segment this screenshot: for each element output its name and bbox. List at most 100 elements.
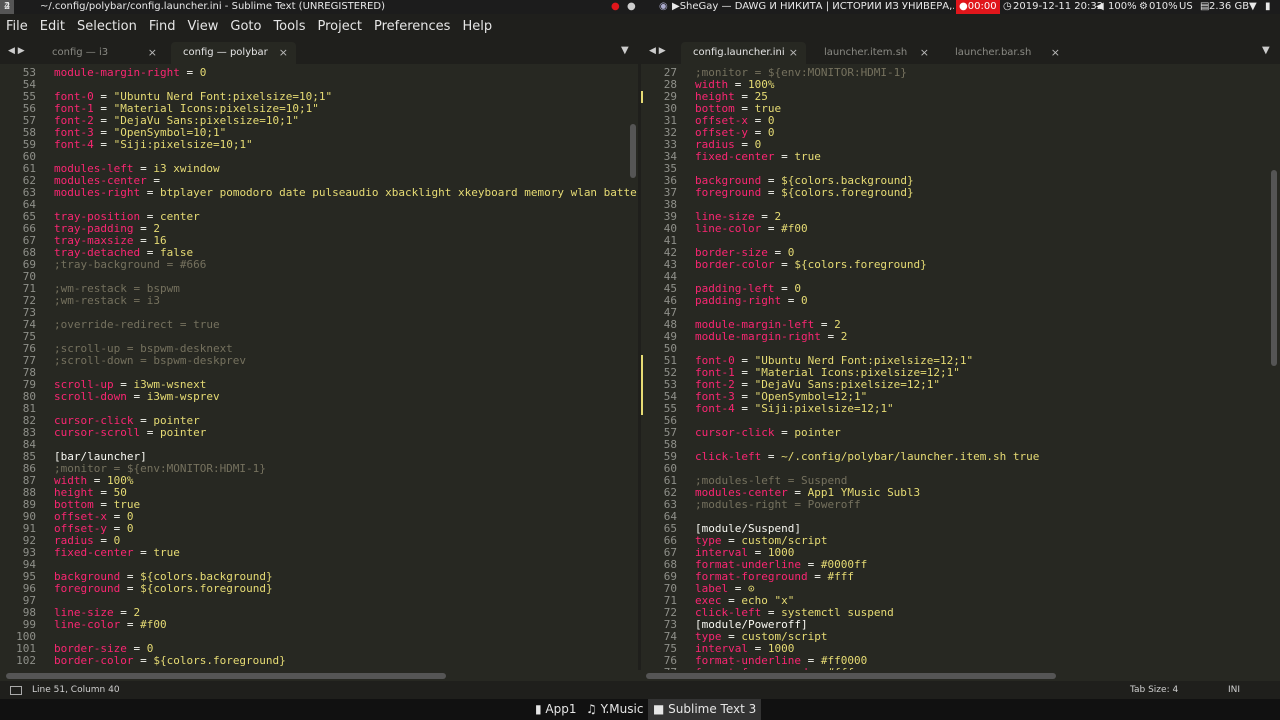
equals-sign: =: [781, 426, 795, 439]
close-icon[interactable]: ×: [279, 42, 288, 64]
tab-dropdown-icon[interactable]: ▼: [621, 42, 629, 60]
close-icon[interactable]: ×: [789, 42, 798, 64]
code-line[interactable]: 77 ;scroll-down = bspwm-deskprev: [0, 355, 638, 367]
tab-config-i3[interactable]: config — i3 ×: [40, 42, 165, 64]
code-text: cursor-scroll = pointer: [54, 427, 206, 439]
code-line[interactable]: 63 modules-right = btplayer pomodoro date…: [0, 187, 638, 199]
code-text: cursor-click = pointer: [695, 427, 841, 439]
now-playing[interactable]: ▶SheGay — DAWG И НИКИТА | ИСТОРИИ ИЗ УНИ…: [672, 0, 954, 14]
menu-selection[interactable]: Selection: [77, 19, 137, 34]
syntax-mode[interactable]: INI: [1228, 681, 1240, 699]
taskbar-ymusic[interactable]: ♫ Y.Music: [581, 699, 648, 720]
equals-sign: =: [126, 618, 141, 631]
menu-help[interactable]: Help: [462, 19, 492, 34]
config-key: click-left: [695, 450, 768, 463]
menu-edit[interactable]: Edit: [40, 19, 65, 34]
code-text: foreground = ${colors.foreground}: [54, 583, 273, 595]
menu-file[interactable]: File: [6, 19, 28, 34]
cursor-position[interactable]: Line 51, Column 40: [32, 681, 120, 699]
keyboard-layout[interactable]: US: [1179, 0, 1193, 14]
code-line[interactable]: 72 ;wm-restack = i3: [0, 295, 638, 307]
config-key: foreground: [695, 186, 768, 199]
config-key: scroll-down: [54, 390, 134, 403]
taskbar-sublime[interactable]: ■ Sublime Text 3: [648, 699, 762, 720]
settings-icon[interactable]: ●: [627, 0, 636, 14]
left-horizontal-scrollbar[interactable]: [6, 673, 446, 679]
modified-line-marker: [641, 355, 643, 367]
tab-size[interactable]: Tab Size: 4: [1130, 681, 1178, 699]
menu-preferences[interactable]: Preferences: [374, 19, 450, 34]
tab-nav-arrows[interactable]: ◀ ▶: [649, 42, 666, 60]
code-line[interactable]: 53 module-margin-right = 0: [0, 67, 638, 79]
line-number: 102: [16, 654, 36, 667]
menu-goto[interactable]: Goto: [230, 19, 261, 34]
taskbar-app1[interactable]: ▮ App1: [530, 699, 582, 720]
code-line[interactable]: 96 foreground = ${colors.foreground}: [0, 583, 638, 595]
workspace-button[interactable]: 4: [0, 0, 14, 14]
cpu-usage: 010%: [1149, 1, 1178, 12]
code-text: scroll-down = i3wm-wsprev: [54, 391, 220, 403]
code-line[interactable]: 99 line-color = #f00: [0, 619, 638, 631]
config-value: center: [159, 210, 200, 223]
equals-sign: =: [146, 186, 160, 199]
menu-view[interactable]: View: [188, 19, 219, 34]
equals-sign: =: [767, 186, 782, 199]
config-value: 2: [840, 330, 848, 343]
close-icon[interactable]: ×: [920, 42, 929, 64]
close-icon[interactable]: ×: [1051, 42, 1060, 64]
code-line[interactable]: 93 fixed-center = true: [0, 547, 638, 559]
code-line[interactable]: 49 module-margin-right = 2: [641, 331, 1280, 343]
right-editor[interactable]: 27 ;monitor = ${env:MONITOR:HDMI-1} 28 widt…: [641, 64, 1280, 670]
config-value: #fff: [827, 570, 854, 583]
code-line[interactable]: 83 cursor-scroll = pointer: [0, 427, 638, 439]
modified-line-marker: [641, 91, 643, 103]
code-line[interactable]: 59 font-4 = "Siji:pixelsize=10;1": [0, 139, 638, 151]
code-line[interactable]: 63 ;modules-right = Poweroff: [641, 499, 1280, 511]
equals-sign: =: [146, 426, 160, 439]
code-line[interactable]: 69 ;tray-background = #666: [0, 259, 638, 271]
menu-project[interactable]: Project: [317, 19, 361, 34]
code-text: padding-right = 0: [695, 295, 808, 307]
right-horizontal-scrollbar[interactable]: [646, 673, 1056, 679]
record-icon[interactable]: ●: [611, 0, 620, 14]
code-line[interactable]: 74 ;override-redirect = true: [0, 319, 638, 331]
code-line[interactable]: 40 line-color = #f00: [641, 223, 1280, 235]
close-icon[interactable]: ×: [148, 42, 157, 64]
code-line[interactable]: 57 cursor-click = pointer: [641, 427, 1280, 439]
equals-sign: =: [814, 666, 827, 671]
tab-launcher-item[interactable]: launcher.item.sh ×: [812, 42, 937, 64]
code-line[interactable]: 55 font-4 = "Siji:pixelsize=12;1": [641, 403, 1280, 415]
right-vertical-scrollbar[interactable]: [1271, 170, 1277, 366]
config-value: i3wm-wsprev: [146, 390, 220, 403]
code-line[interactable]: 43 border-color = ${colors.foreground}: [641, 259, 1280, 271]
volume-level[interactable]: 100%: [1108, 0, 1137, 14]
equals-sign: =: [126, 582, 141, 595]
code-line[interactable]: 77 format-foreground = #fff: [641, 666, 1280, 671]
config-value: ~/.config/polybar/launcher.item.sh true: [781, 450, 1040, 463]
tab-launcher-bar[interactable]: launcher.bar.sh ×: [943, 42, 1068, 64]
code-text: module-margin-right = 0: [54, 67, 206, 79]
tab-label: launcher.bar.sh: [955, 47, 1032, 58]
menu-tools[interactable]: Tools: [273, 19, 305, 34]
code-text: ;override-redirect = true: [54, 318, 220, 331]
record-timer[interactable]: ●00:00: [956, 0, 1000, 14]
code-line[interactable]: 102 border-color = ${colors.foreground}: [0, 655, 638, 667]
code-line[interactable]: 59 click-left = ~/.config/polybar/launche…: [641, 451, 1280, 463]
config-key: module-margin-right: [695, 330, 828, 343]
tab-dropdown-icon[interactable]: ▼: [1262, 42, 1270, 60]
tab-config-launcher[interactable]: config.launcher.ini ×: [681, 42, 806, 64]
code-text: modules-right = btplayer pomodoro date p…: [54, 187, 638, 199]
left-editor[interactable]: 53 module-margin-right = 0 54 55 font-0 = "U…: [0, 64, 638, 670]
code-line[interactable]: 46 padding-right = 0: [641, 295, 1280, 307]
panel-toggle-icon[interactable]: [10, 686, 22, 695]
code-line[interactable]: 34 fixed-center = true: [641, 151, 1280, 163]
player-icon: ◉: [659, 1, 668, 12]
tab-nav-arrows[interactable]: ◀ ▶: [8, 42, 25, 60]
menu-find[interactable]: Find: [149, 19, 176, 34]
left-vertical-scrollbar[interactable]: [630, 124, 636, 178]
tab-config-polybar[interactable]: config — polybar ×: [171, 42, 296, 64]
code-line[interactable]: 37 foreground = ${colors.foreground}: [641, 187, 1280, 199]
sublime-icon: ■: [653, 702, 669, 716]
code-line[interactable]: 80 scroll-down = i3wm-wsprev: [0, 391, 638, 403]
config-key: format-foreground: [695, 666, 814, 671]
